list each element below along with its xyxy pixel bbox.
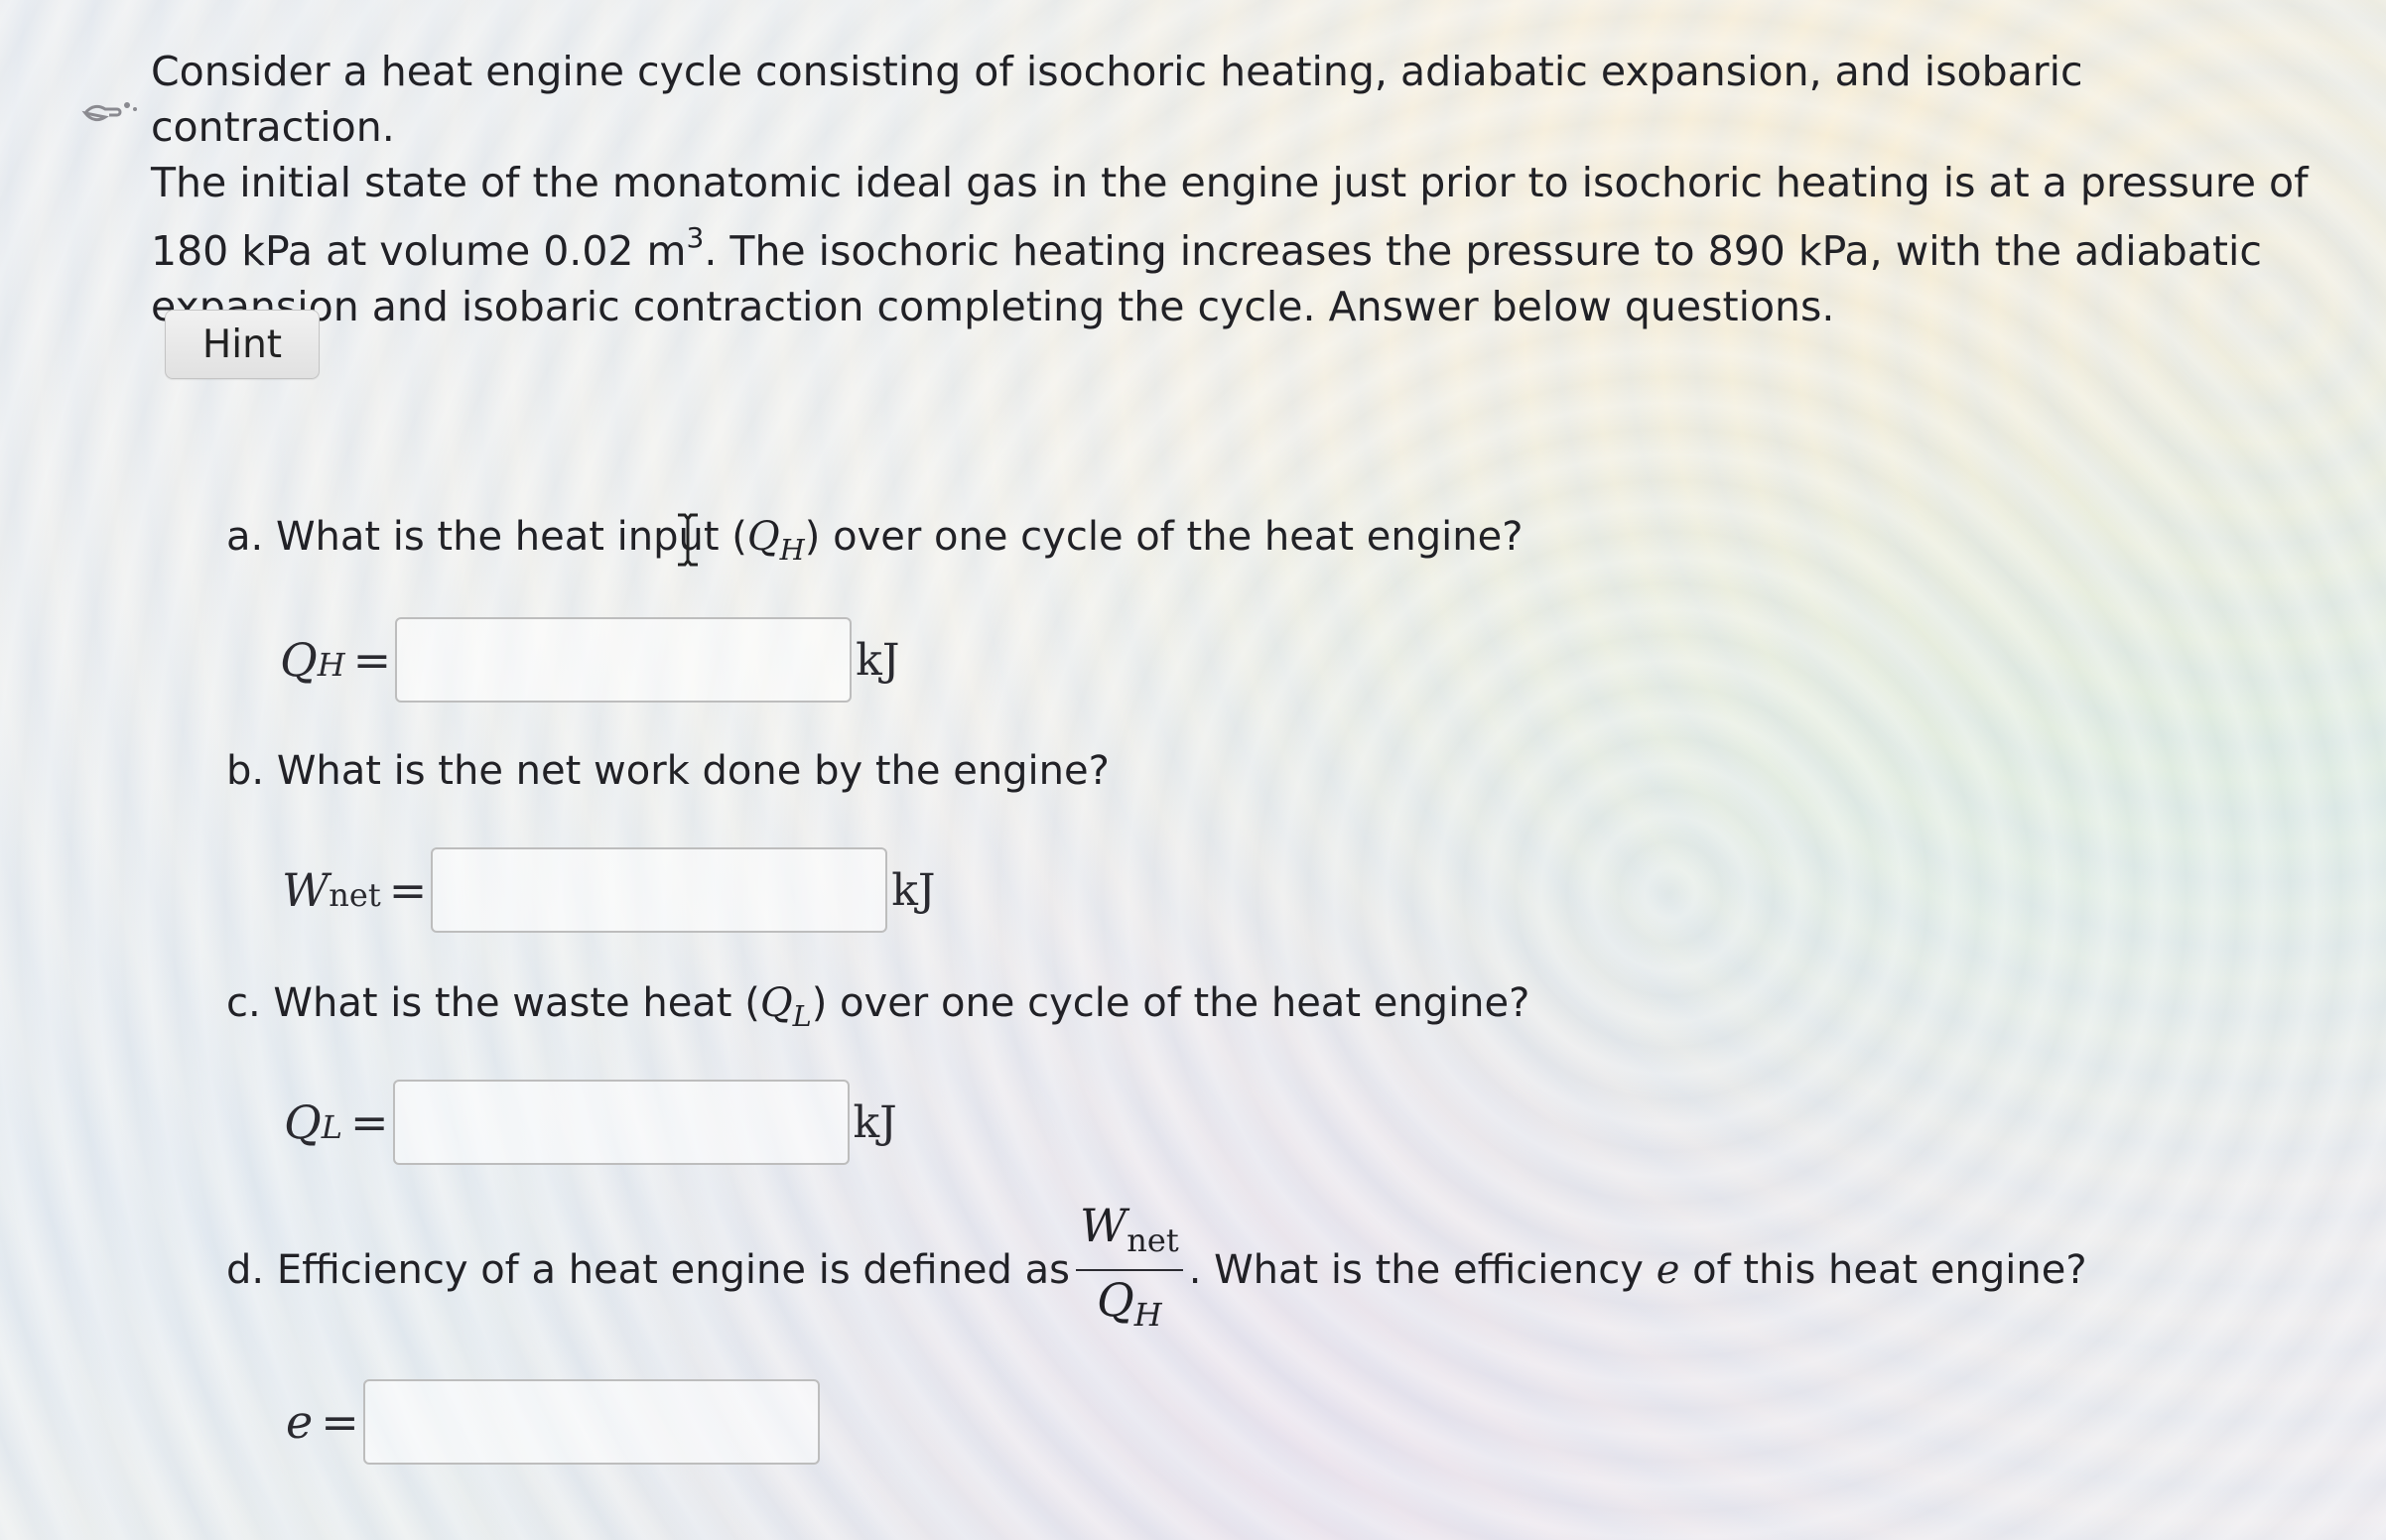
question-d: d. Efficiency of a heat engine is define… xyxy=(226,1199,2087,1342)
question-c-symbol-sub: L xyxy=(792,999,812,1034)
answer-b-equals: = xyxy=(388,863,428,917)
fraction-numerator: Wnet xyxy=(1076,1199,1183,1267)
answer-b-sub: net xyxy=(329,876,381,914)
answer-d-symbol: e xyxy=(286,1395,314,1449)
question-a: a. What is the heat input (QH) over one … xyxy=(226,514,1523,567)
efficiency-fraction: Wnet QH xyxy=(1076,1199,1183,1342)
question-a-symbol-sub: H xyxy=(779,533,805,568)
problem-line-4: expansion and isobaric contraction compl… xyxy=(151,283,1835,330)
fraction-denominator-symbol: Q xyxy=(1097,1273,1134,1327)
question-c-symbol-letter: Q xyxy=(759,980,793,1026)
question-c-prefix: c. What is the waste heat ( xyxy=(226,980,760,1026)
question-b: b. What is the net work done by the engi… xyxy=(226,748,1110,794)
waste-heat-field[interactable] xyxy=(392,1080,850,1165)
answer-d-label: e = xyxy=(286,1395,363,1449)
answer-row-b: Wnet = kJ xyxy=(282,847,936,933)
heat-input-field[interactable] xyxy=(395,617,853,703)
answer-row-c: Q L = kJ xyxy=(284,1080,897,1165)
question-a-symbol-letter: Q xyxy=(746,514,780,560)
problem-statement: Consider a heat engine cycle consisting … xyxy=(151,44,2315,334)
question-a-symbol: QH xyxy=(746,514,805,567)
answer-d-equals: = xyxy=(321,1395,359,1449)
pointer-hand-icon xyxy=(81,95,141,131)
answer-c-label: Q L = xyxy=(284,1095,393,1149)
answer-a-equals: = xyxy=(352,633,392,687)
problem-line-1: Consider a heat engine cycle consisting … xyxy=(151,48,2083,151)
question-d-middle: . What is the efficiency xyxy=(1188,1247,1644,1293)
answer-c-unit: kJ xyxy=(853,1096,897,1148)
text-cursor-icon xyxy=(673,512,703,568)
answer-c-symbol: Q xyxy=(284,1095,322,1149)
net-work-field[interactable] xyxy=(431,847,888,933)
answer-a-symbol: Q xyxy=(280,633,318,687)
question-a-prefix: a. What is the heat input ( xyxy=(226,514,747,560)
answer-a-unit: kJ xyxy=(856,634,900,686)
problem-line-3-rest: . The isochoric heating increases the pr… xyxy=(704,227,2262,275)
question-c: c. What is the waste heat (QL) over one … xyxy=(226,980,1529,1033)
answer-c-equals: = xyxy=(349,1095,389,1149)
answer-b-symbol: W xyxy=(282,863,330,917)
fraction-denominator-sub: H xyxy=(1133,1296,1162,1334)
question-c-symbol: QL xyxy=(759,980,812,1033)
problem-line-3: 180 kPa at volume 0.02 m3. The isochoric… xyxy=(151,210,2315,279)
efficiency-field[interactable] xyxy=(362,1379,820,1465)
problem-page: Consider a heat engine cycle consisting … xyxy=(0,0,2386,1540)
fraction-denominator: QH xyxy=(1093,1273,1166,1342)
answer-b-label: Wnet = xyxy=(282,863,431,917)
question-d-prefix: d. Efficiency of a heat engine is define… xyxy=(226,1247,1070,1293)
hint-button[interactable]: Hint xyxy=(165,310,320,379)
question-c-suffix: ) over one cycle of the heat engine? xyxy=(811,980,1530,1026)
answer-row-d: e = xyxy=(286,1379,820,1465)
problem-line-3-text: 180 kPa at volume 0.02 m xyxy=(151,227,687,275)
question-d-symbol: e xyxy=(1656,1247,1680,1293)
fraction-numerator-sub: net xyxy=(1127,1221,1179,1259)
answer-b-unit: kJ xyxy=(891,864,936,916)
cubic-superscript: 3 xyxy=(686,221,705,254)
problem-line-2: The initial state of the monatomic ideal… xyxy=(151,159,2309,206)
question-d-suffix: of this heat engine? xyxy=(1692,1247,2087,1293)
answer-a-label: Q H = xyxy=(280,633,395,687)
answer-a-sub: H xyxy=(317,646,345,684)
question-a-suffix: ) over one cycle of the heat engine? xyxy=(804,514,1524,560)
answer-row-a: Q H = kJ xyxy=(280,617,899,703)
fraction-numerator-symbol: W xyxy=(1080,1199,1127,1252)
answer-c-sub: L xyxy=(321,1108,342,1146)
fraction-bar xyxy=(1076,1269,1183,1271)
